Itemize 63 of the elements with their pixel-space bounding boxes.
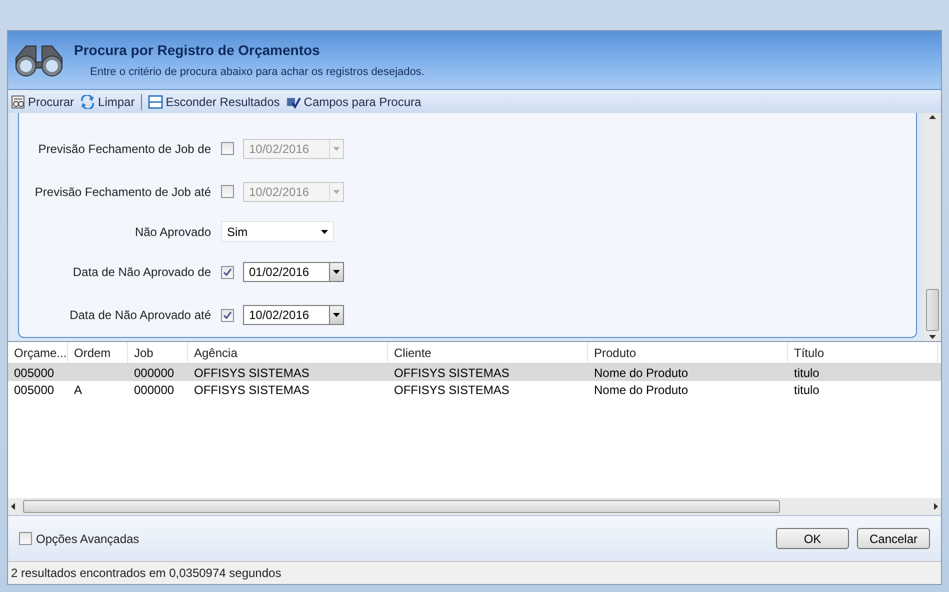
table-cell-text: 005000 — [14, 382, 54, 398]
field-label: Previsão Fechamento de Job de — [37, 140, 212, 158]
column-header[interactable]: Agência — [188, 342, 388, 363]
table-cell-text: OFFISYS SISTEMAS — [194, 382, 310, 398]
checkbox[interactable] — [19, 532, 32, 545]
scroll-thumb[interactable] — [23, 500, 780, 513]
check-icon — [223, 310, 232, 320]
column-header[interactable]: Título — [788, 342, 938, 363]
refresh-icon — [80, 94, 96, 108]
scroll-up-arrow-icon[interactable] — [929, 115, 936, 119]
scroll-thumb[interactable] — [926, 289, 939, 331]
check-icon — [223, 268, 232, 277]
checkbox-label: Opções Avançadas — [36, 530, 140, 548]
dropdown-button[interactable] — [329, 263, 343, 282]
table-cell-text: titulo — [794, 382, 820, 398]
dialog-button[interactable]: Cancelar — [857, 528, 930, 549]
panel-icon — [148, 94, 163, 108]
fields-check-icon — [286, 94, 301, 108]
table-cell-text: 000000 — [134, 364, 174, 382]
dialog-title: Procura por Registro de Orçamentos — [74, 40, 321, 60]
horizontal-scrollbar[interactable] — [8, 498, 941, 515]
caret-icon — [333, 146, 340, 151]
toolbar-button[interactable]: Procurar — [11, 92, 74, 110]
toolbar-button[interactable]: Esconder Resultados — [148, 92, 280, 110]
field-label: Data de Não Aprovado de — [72, 264, 212, 282]
date-field[interactable]: 01/02/2016 — [243, 262, 344, 282]
checkbox[interactable] — [221, 185, 234, 198]
field-label: Previsão Fechamento de Job até — [34, 184, 212, 201]
checkbox[interactable] — [221, 142, 234, 156]
caret-icon — [321, 230, 328, 234]
dialog-button[interactable]: OK — [776, 528, 849, 549]
column-header[interactable]: Produto — [588, 342, 788, 363]
table-cell-text: Nome do Produto — [594, 382, 688, 398]
dialog-subtitle: Entre o critério de procura abaixo para achar os registros desejados. — [90, 64, 424, 80]
caret-icon — [333, 190, 340, 194]
field-label: Não Aprovado — [134, 224, 212, 241]
scroll-right-arrow-icon[interactable] — [934, 503, 938, 510]
table-cell-text: 000000 — [134, 382, 174, 398]
column-header[interactable]: Ordem — [68, 342, 128, 363]
field-label: Data de Não Aprovado até — [68, 307, 212, 324]
checkbox[interactable] — [221, 308, 234, 322]
checkbox[interactable] — [221, 266, 234, 279]
table-cell-text: A — [74, 382, 82, 398]
table-cell-text: Nome do Produto — [594, 364, 688, 382]
table-cell-text: OFFISYS SISTEMAS — [194, 364, 310, 382]
toolbar-button[interactable]: Limpar — [80, 92, 135, 110]
toolbar-button[interactable]: Campos para Procura — [286, 92, 422, 110]
table-cell-text: OFFISYS SISTEMAS — [394, 382, 510, 398]
table-cell-text: OFFISYS SISTEMAS — [394, 364, 510, 382]
column-header[interactable]: Job — [128, 342, 188, 363]
column-header[interactable]: Orçame... — [8, 342, 68, 363]
scroll-down-arrow-icon[interactable] — [929, 335, 936, 339]
vertical-scrollbar[interactable] — [924, 113, 941, 341]
dropdown-button[interactable] — [329, 306, 343, 324]
table-cell-text: 005000 — [14, 364, 54, 382]
date-field[interactable]: 10/02/2016 — [243, 305, 344, 326]
caret-icon — [333, 313, 340, 318]
table-cell-text: titulo — [794, 364, 820, 382]
dropdown-field[interactable]: Sim — [221, 221, 334, 242]
scroll-left-arrow-icon[interactable] — [11, 503, 15, 510]
table-row[interactable]: 005000 000000 OFFISYS SISTEMAS OFFISYS SISTEMAS Nome do Produto titulo — [8, 364, 941, 381]
caret-icon — [333, 270, 340, 274]
column-header[interactable]: Cliente — [388, 342, 588, 363]
